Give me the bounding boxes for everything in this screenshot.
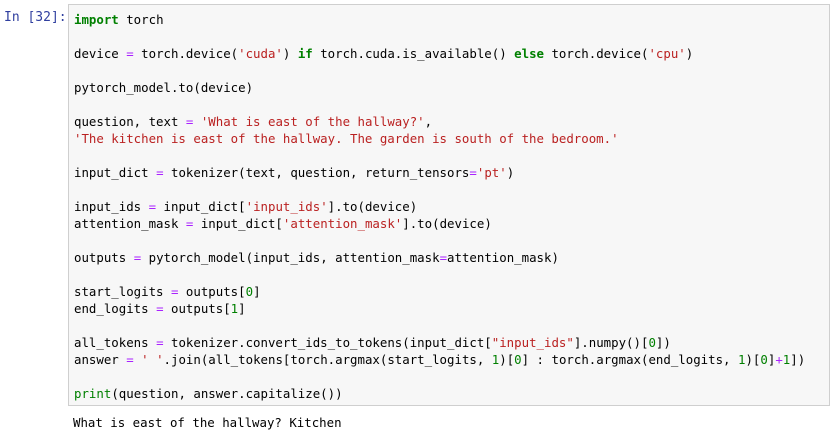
- code-token: input_ids: [74, 199, 149, 214]
- code-line: import torch: [74, 11, 805, 28]
- code-token: +: [775, 352, 783, 367]
- code-token: ].to(device): [402, 216, 492, 231]
- code-token: ]): [655, 335, 671, 350]
- code-token: device: [74, 46, 127, 61]
- code-token: torch.cuda.is_available(): [312, 46, 515, 61]
- code-token: answer: [74, 352, 127, 367]
- code-token: ): [282, 46, 298, 61]
- code-text[interactable]: import torch device = torch.device('cuda…: [74, 11, 805, 402]
- code-token: (question, answer.capitalize()): [111, 386, 343, 401]
- code-token: ): [685, 46, 694, 61]
- code-token: input_dict[: [193, 216, 283, 231]
- code-token: ].numpy()[: [573, 335, 649, 350]
- code-token: attention_mask: [74, 216, 186, 231]
- code-token: "input_ids": [491, 335, 574, 350]
- code-token: 'The kitchen is east of the hallway. The…: [74, 131, 619, 146]
- code-token: torch: [118, 12, 164, 27]
- code-line: device = torch.device('cuda') if torch.c…: [74, 45, 805, 62]
- code-token: 'attention_mask': [282, 216, 403, 231]
- code-token: ] : torch.argmax(end_logits,: [521, 352, 738, 367]
- code-line: outputs = pytorch_model(input_ids, atten…: [74, 249, 805, 266]
- code-line: question, text = 'What is east of the ha…: [74, 113, 805, 130]
- code-token: outputs[: [178, 284, 246, 299]
- code-line: end_logits = outputs[1]: [74, 300, 805, 317]
- code-token: ' ': [141, 352, 164, 367]
- code-token: print: [74, 386, 112, 401]
- code-token: torch.device(: [544, 46, 649, 61]
- code-token: =: [439, 250, 448, 265]
- code-token: 'pt': [476, 165, 507, 180]
- code-token: ]: [238, 301, 246, 316]
- cell-output: What is east of the hallway? Kitchen: [73, 415, 342, 430]
- code-token: 0: [514, 352, 522, 367]
- code-token: pytorch_model(input_ids, attention_mask: [141, 250, 440, 265]
- code-token: =: [156, 335, 164, 350]
- code-token: if: [297, 46, 313, 61]
- code-token: outputs[: [163, 301, 231, 316]
- code-token: 'cuda': [238, 46, 283, 61]
- code-line: input_dict = tokenizer(text, question, r…: [74, 164, 805, 181]
- code-token: ]): [790, 352, 806, 367]
- code-line: print(question, answer.capitalize()): [74, 385, 805, 402]
- code-token: ,: [424, 114, 433, 129]
- code-token: 0: [760, 352, 768, 367]
- code-token: ].to(device): [327, 199, 418, 214]
- code-token: tokenizer(text, question, return_tensors: [163, 165, 470, 180]
- input-prompt: In [32]:: [4, 10, 67, 25]
- code-token: start_logits: [74, 284, 171, 299]
- code-token: 'input_ids': [245, 199, 328, 214]
- code-token: end_logits: [74, 301, 157, 316]
- code-token: 'What is east of the hallway?': [200, 114, 425, 129]
- code-token: .join(all_tokens[torch.argmax(start_logi…: [163, 352, 492, 367]
- code-token: attention_mask): [447, 250, 559, 265]
- code-line: input_ids = input_dict['input_ids'].to(d…: [74, 198, 805, 215]
- code-line: 'The kitchen is east of the hallway. The…: [74, 130, 805, 147]
- code-token: )[: [745, 352, 761, 367]
- code-token: =: [156, 165, 164, 180]
- code-line: pytorch_model.to(device): [74, 79, 805, 96]
- code-token: 0: [245, 284, 254, 299]
- code-token: =: [156, 301, 164, 316]
- code-line: all_tokens = tokenizer.convert_ids_to_to…: [74, 334, 805, 351]
- code-token: input_dict: [74, 165, 157, 180]
- code-token: all_tokens: [74, 335, 157, 350]
- code-token: =: [469, 165, 477, 180]
- code-token: tokenizer.convert_ids_to_tokens(input_di…: [163, 335, 492, 350]
- code-token: import: [74, 12, 119, 27]
- code-token: ): [506, 165, 515, 180]
- code-line: attention_mask = input_dict['attention_m…: [74, 215, 805, 232]
- code-token: torch.device(: [133, 46, 239, 61]
- code-line: start_logits = outputs[0]: [74, 283, 805, 300]
- code-token: input_dict[: [156, 199, 246, 214]
- code-token: outputs: [74, 250, 134, 265]
- code-token: question, text: [74, 114, 186, 129]
- code-token: ]: [253, 284, 261, 299]
- code-token: 0: [648, 335, 656, 350]
- code-token: =: [126, 352, 134, 367]
- code-line: answer = ' '.join(all_tokens[torch.argma…: [74, 351, 805, 368]
- code-token: =: [148, 199, 157, 214]
- code-token: 'cpu': [648, 46, 686, 61]
- code-editor[interactable]: import torch device = torch.device('cuda…: [68, 4, 830, 406]
- code-token: =: [126, 46, 134, 61]
- code-token: )[: [499, 352, 515, 367]
- code-token: else: [514, 46, 544, 61]
- code-token: pytorch_model.to(device): [74, 80, 254, 95]
